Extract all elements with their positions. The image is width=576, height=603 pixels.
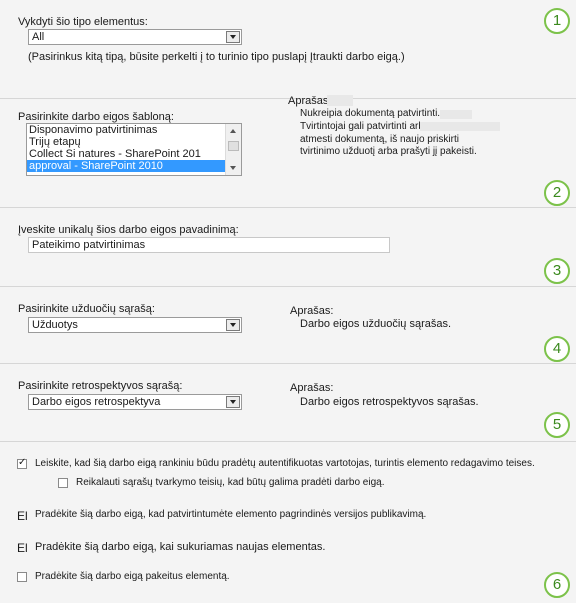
start-change-label: Pradėkite šią darbo eigą pakeitus elemen…: [35, 571, 230, 582]
allow-manual-checkbox[interactable]: [17, 457, 27, 469]
section-divider: [0, 363, 576, 364]
history-list-desc: Darbo eigos retrospektyvos sąrašas.: [300, 396, 479, 408]
template-desc-line: tvirtinimo užduotį arba prašyti jį pakei…: [300, 146, 477, 157]
task-list-select[interactable]: Užduotys: [28, 317, 242, 333]
start-publish-label: Pradėkite šią darbo eigą, kad patvirtint…: [35, 509, 427, 520]
redaction-bar: [327, 95, 353, 106]
start-create-label: Pradėkite šią darbo eigą, kai sukuriamas…: [35, 541, 326, 553]
start-change-checkbox[interactable]: [17, 572, 27, 582]
section-divider: [0, 441, 576, 442]
allow-manual-label: Leiskite, kad šią darbo eigą rankiniu bū…: [35, 458, 535, 469]
section-divider: [0, 286, 576, 287]
start-create-marker: El: [17, 541, 28, 555]
template-option[interactable]: Collect Si natures - SharePoint 201: [27, 148, 241, 160]
template-desc-line: Tvirtintojai gali patvirtinti arba: [300, 121, 430, 132]
template-desc-line: atmesti dokumentą, iš naujo priskirti: [300, 134, 459, 145]
history-list-select[interactable]: Darbo eigos retrospektyva: [28, 394, 242, 410]
workflow-name-value: Pateikimo patvirtinimas: [32, 239, 146, 251]
scroll-up-icon[interactable]: [230, 129, 236, 133]
template-option[interactable]: Disponavimo patvirtinimas: [27, 124, 241, 136]
chevron-down-icon[interactable]: [226, 396, 240, 408]
scroll-thumb[interactable]: [228, 141, 239, 151]
step-2-badge: 2: [544, 180, 570, 206]
template-option-selected[interactable]: approval - SharePoint 2010: [27, 160, 241, 172]
history-list-select-value: Darbo eigos retrospektyva: [32, 396, 161, 408]
task-list-label: Pasirinkite užduočių sąrašą:: [18, 303, 155, 315]
history-list-label: Pasirinkite retrospektyvos sąrašą:: [18, 380, 183, 392]
start-publish-marker: El: [17, 509, 28, 523]
require-manage-label: Reikalauti sąrašų tvarkymo teisių, kad b…: [76, 477, 385, 488]
template-scrollbar[interactable]: [225, 124, 241, 175]
workflow-name-label: Įveskite unikalų šios darbo eigos pavadi…: [18, 224, 239, 236]
task-list-desc-label: Aprašas:: [290, 305, 334, 317]
template-label: Pasirinkite darbo eigos šabloną:: [18, 111, 174, 123]
require-manage-checkbox[interactable]: [58, 478, 68, 488]
step-5-badge: 5: [544, 412, 570, 438]
workflow-name-input[interactable]: Pateikimo patvirtinimas: [28, 237, 390, 253]
scroll-down-icon[interactable]: [230, 166, 236, 170]
template-desc-line: Nukreipia dokumentą patvirtinti.: [300, 108, 441, 119]
content-type-select-value: All: [32, 31, 45, 43]
content-type-select[interactable]: All: [28, 29, 242, 45]
content-type-note: (Pasirinkus kitą tipą, būsite perkelti į…: [28, 51, 405, 63]
redaction-bar: [440, 110, 472, 119]
step-4-badge: 4: [544, 336, 570, 362]
task-list-desc: Darbo eigos užduočių sąrašas.: [300, 318, 452, 330]
content-type-label: Vykdyti šio tipo elementus:: [18, 16, 148, 28]
step-1-badge: 1: [544, 8, 570, 34]
template-desc-label: Aprašas:: [288, 95, 332, 107]
step-6-badge: 6: [544, 572, 570, 598]
chevron-down-icon[interactable]: [226, 31, 240, 43]
step-3-badge: 3: [544, 258, 570, 284]
template-option[interactable]: Trijų etapų: [27, 136, 241, 148]
history-list-desc-label: Aprašas:: [290, 382, 334, 394]
task-list-select-value: Užduotys: [32, 319, 78, 331]
template-listbox[interactable]: Disponavimo patvirtinimas Trijų etapų Co…: [26, 123, 242, 176]
chevron-down-icon[interactable]: [226, 319, 240, 331]
section-divider: [0, 207, 576, 208]
redaction-bar: [420, 122, 500, 131]
